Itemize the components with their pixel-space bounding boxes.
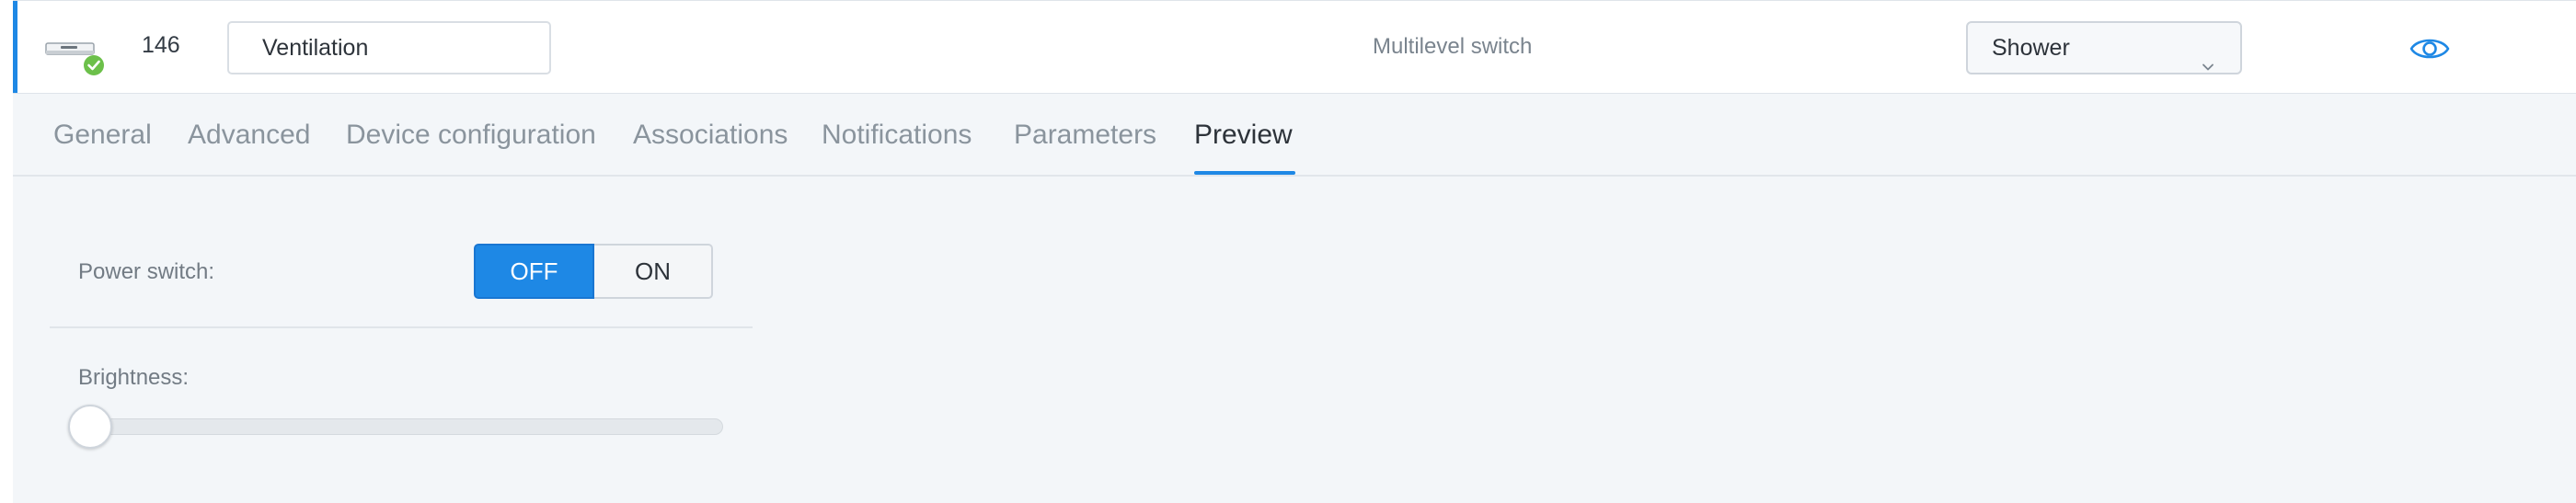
tab-bar: General Advanced Device configuration As… [13, 94, 2576, 177]
device-row: 146 Multilevel switch Shower [13, 0, 2576, 94]
power-switch-label: Power switch: [78, 259, 215, 284]
tab-general[interactable]: General [53, 120, 152, 151]
tab-preview[interactable]: Preview [1194, 120, 1293, 151]
check-badge-icon [84, 55, 104, 75]
device-name-input[interactable] [227, 21, 551, 74]
room-select-value: Shower [1992, 35, 2070, 61]
power-off-button[interactable]: OFF [474, 244, 594, 299]
brightness-label: Brightness: [78, 365, 190, 390]
tab-associations[interactable]: Associations [633, 120, 788, 151]
eye-icon[interactable] [2409, 30, 2451, 67]
tab-parameters[interactable]: Parameters [1014, 120, 1156, 151]
brightness-slider-track[interactable] [79, 418, 723, 435]
power-on-button[interactable]: ON [594, 244, 713, 299]
power-switch-toggle: OFF ON [474, 244, 713, 299]
tab-notifications[interactable]: Notifications [822, 120, 972, 151]
brightness-slider-thumb[interactable] [68, 405, 112, 449]
device-settings-page: 146 Multilevel switch Shower General Adv… [0, 0, 2576, 503]
device-type-label: Multilevel switch [1373, 34, 1533, 59]
ventilation-unit-icon [33, 29, 107, 76]
active-tab-indicator [1194, 171, 1295, 175]
tab-device-configuration[interactable]: Device configuration [346, 120, 596, 151]
device-id: 146 [142, 32, 180, 58]
selected-row-indicator [13, 1, 17, 93]
room-select[interactable]: Shower [1966, 21, 2242, 74]
section-divider [50, 326, 753, 328]
tab-advanced[interactable]: Advanced [188, 120, 310, 151]
chevron-down-icon [2202, 41, 2214, 71]
